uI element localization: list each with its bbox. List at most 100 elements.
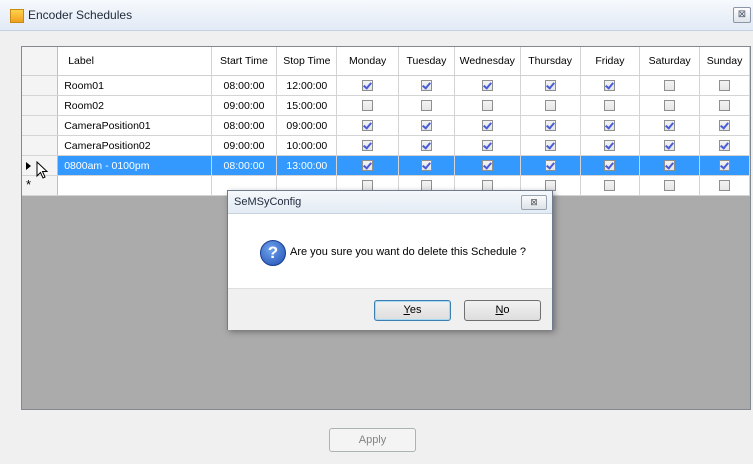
arrow-right-icon: [26, 161, 31, 170]
saturday-checkbox[interactable]: [664, 160, 676, 172]
cell-monday: [336, 75, 400, 96]
cell-sunday: [699, 155, 750, 176]
monday-checkbox[interactable]: [362, 120, 374, 132]
new-row-cell[interactable]: [57, 175, 212, 196]
thursday-checkbox[interactable]: [544, 160, 556, 172]
cell-thursday: [520, 155, 581, 176]
cell-stop-time[interactable]: 10:00:00: [276, 135, 338, 156]
row-header-corner: [22, 47, 59, 76]
schedule-table: Label Start Time Stop Time Monday Tuesday Wed…: [22, 47, 750, 196]
cell-start-time[interactable]: 08:00:00: [211, 155, 278, 176]
cell-wednesday: [454, 115, 521, 136]
table-row[interactable]: CameraPosition02 09:00:00 10:00:00: [22, 135, 750, 156]
wednesday-checkbox[interactable]: [481, 140, 493, 152]
cell-stop-time[interactable]: 09:00:00: [276, 115, 338, 136]
cell-sunday: [699, 75, 750, 96]
saturday-checkbox[interactable]: [664, 180, 676, 192]
cell-label[interactable]: CameraPosition01: [57, 115, 212, 136]
friday-checkbox[interactable]: [604, 160, 616, 172]
cell-wednesday: [454, 95, 521, 116]
column-header-monday[interactable]: Monday: [336, 47, 400, 76]
row-header[interactable]: [22, 75, 59, 96]
cell-wednesday: [454, 135, 521, 156]
table-row[interactable]: 0800am - 0100pm 08:00:00 13:00:00: [22, 155, 750, 176]
column-header-stop-time[interactable]: Stop Time: [276, 47, 338, 76]
column-header-label[interactable]: Label: [57, 47, 212, 76]
wednesday-checkbox[interactable]: [481, 100, 493, 112]
yes-button[interactable]: Yes: [374, 300, 451, 321]
friday-checkbox[interactable]: [604, 180, 616, 192]
column-header-tuesday[interactable]: Tuesday: [398, 47, 455, 76]
window-close-button[interactable]: ⊠: [733, 7, 751, 23]
friday-checkbox[interactable]: [604, 120, 616, 132]
cell-start-time[interactable]: 08:00:00: [211, 115, 278, 136]
encoder-schedules-window: Encoder Schedules ⊠ Label Start Time Sto…: [0, 0, 753, 464]
cell-tuesday: [398, 75, 455, 96]
dialog-message: Are you sure you want do delete this Sch…: [290, 246, 527, 258]
sunday-checkbox[interactable]: [719, 80, 731, 92]
thursday-checkbox[interactable]: [544, 100, 556, 112]
table-row[interactable]: Room02 09:00:00 15:00:00: [22, 95, 750, 116]
asterisk-icon: *: [26, 176, 32, 192]
column-header-start-time[interactable]: Start Time: [211, 47, 278, 76]
row-header[interactable]: [22, 95, 59, 116]
saturday-checkbox[interactable]: [664, 80, 676, 92]
cell-stop-time[interactable]: 15:00:00: [276, 95, 338, 116]
thursday-checkbox[interactable]: [544, 80, 556, 92]
monday-checkbox[interactable]: [362, 100, 374, 112]
thursday-checkbox[interactable]: [544, 120, 556, 132]
sunday-checkbox[interactable]: [719, 100, 731, 112]
row-header[interactable]: [22, 115, 59, 136]
tuesday-checkbox[interactable]: [420, 100, 432, 112]
no-button[interactable]: No: [464, 300, 541, 321]
column-header-thursday[interactable]: Thursday: [520, 47, 581, 76]
wednesday-checkbox[interactable]: [481, 120, 493, 132]
cell-label[interactable]: CameraPosition02: [57, 135, 212, 156]
cell-label[interactable]: 0800am - 0100pm: [57, 155, 212, 176]
cell-start-time[interactable]: 09:00:00: [211, 95, 278, 116]
friday-checkbox[interactable]: [604, 140, 616, 152]
monday-checkbox[interactable]: [362, 160, 374, 172]
saturday-checkbox[interactable]: [664, 140, 676, 152]
wednesday-checkbox[interactable]: [481, 160, 493, 172]
cell-friday: [580, 155, 641, 176]
sunday-checkbox[interactable]: [719, 180, 731, 192]
friday-checkbox[interactable]: [604, 80, 616, 92]
apply-button[interactable]: Apply: [329, 428, 416, 452]
sunday-checkbox[interactable]: [719, 140, 731, 152]
sunday-checkbox[interactable]: [719, 120, 731, 132]
monday-checkbox[interactable]: [362, 140, 374, 152]
cell-stop-time[interactable]: 13:00:00: [276, 155, 338, 176]
cell-label[interactable]: Room01: [57, 75, 212, 96]
saturday-checkbox[interactable]: [664, 120, 676, 132]
cell-saturday: [639, 155, 701, 176]
cell-tuesday: [398, 155, 455, 176]
cell-stop-time[interactable]: 12:00:00: [276, 75, 338, 96]
cell-tuesday: [398, 95, 455, 116]
dialog-footer: Yes No: [228, 288, 552, 330]
dialog-close-button[interactable]: ⊠: [521, 195, 547, 210]
no-label: No: [495, 304, 510, 316]
cell-thursday: [520, 115, 581, 136]
column-header-sunday[interactable]: Sunday: [699, 47, 750, 76]
friday-checkbox[interactable]: [604, 100, 616, 112]
monday-checkbox[interactable]: [362, 80, 374, 92]
cell-start-time[interactable]: 08:00:00: [211, 75, 278, 96]
thursday-checkbox[interactable]: [544, 140, 556, 152]
sunday-checkbox[interactable]: [719, 160, 731, 172]
cell-start-time[interactable]: 09:00:00: [211, 135, 278, 156]
column-header-friday[interactable]: Friday: [580, 47, 641, 76]
table-row[interactable]: CameraPosition01 08:00:00 09:00:00: [22, 115, 750, 136]
wednesday-checkbox[interactable]: [481, 80, 493, 92]
tuesday-checkbox[interactable]: [420, 80, 432, 92]
tuesday-checkbox[interactable]: [420, 140, 432, 152]
tuesday-checkbox[interactable]: [420, 160, 432, 172]
table-row[interactable]: Room01 08:00:00 12:00:00: [22, 75, 750, 96]
row-header[interactable]: [22, 135, 59, 156]
column-header-wednesday[interactable]: Wednesday: [454, 47, 521, 76]
cell-label[interactable]: Room02: [57, 95, 212, 116]
saturday-checkbox[interactable]: [664, 100, 676, 112]
column-header-saturday[interactable]: Saturday: [639, 47, 701, 76]
cell-thursday: [520, 135, 581, 156]
tuesday-checkbox[interactable]: [420, 120, 432, 132]
